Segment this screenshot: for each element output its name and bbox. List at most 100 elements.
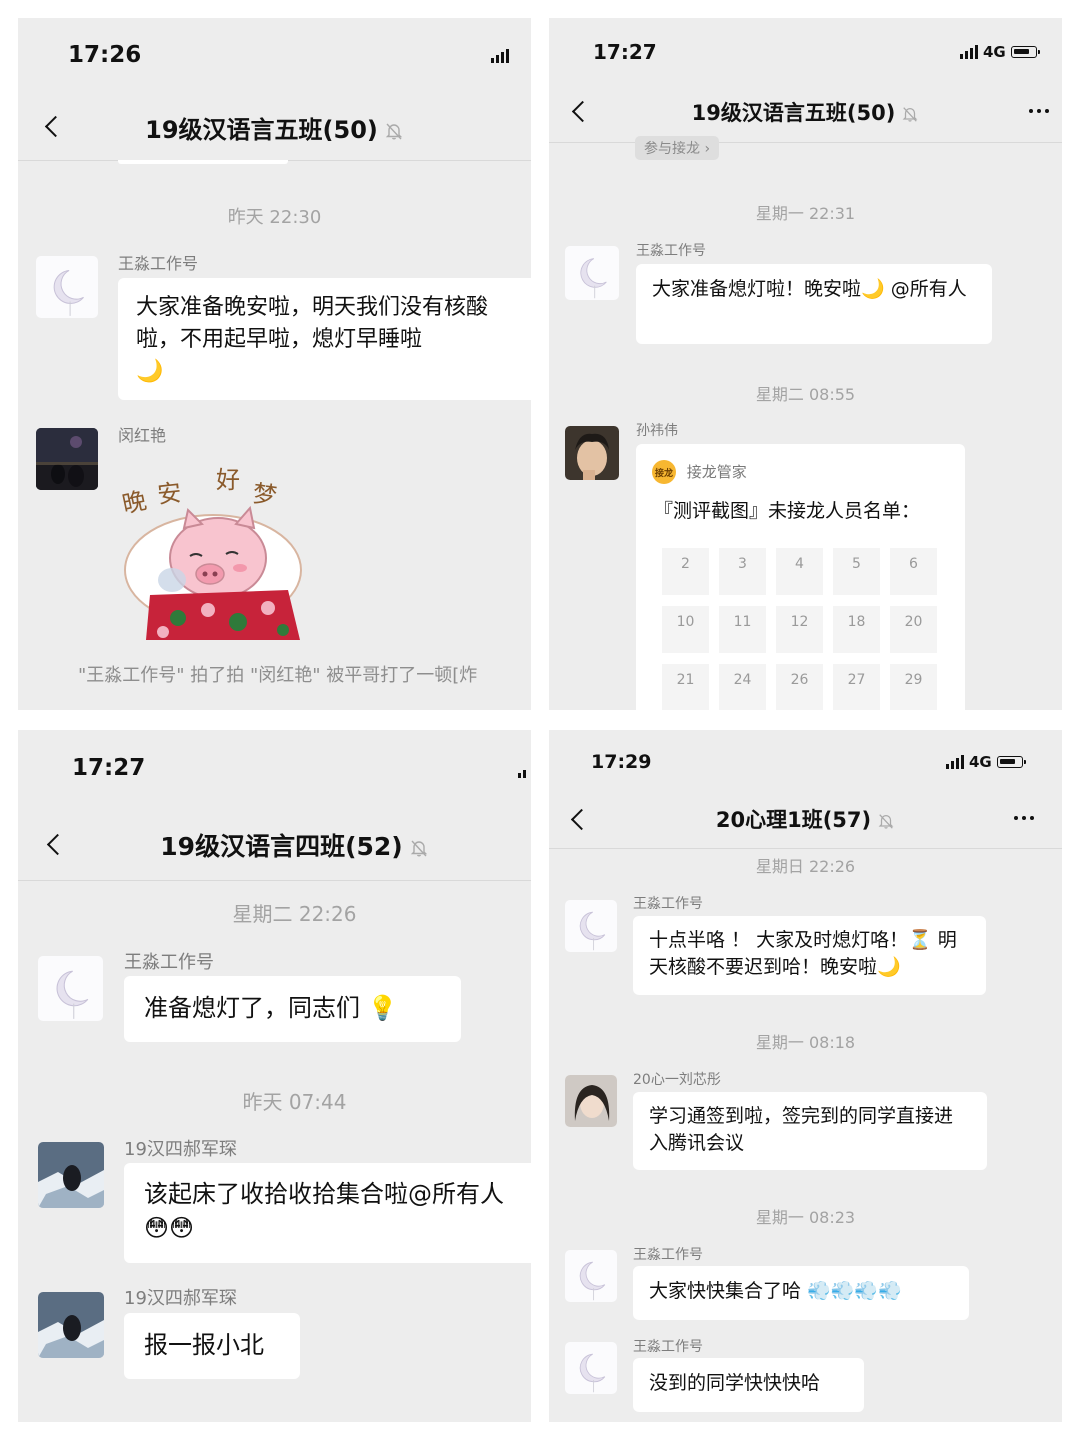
avatar[interactable] — [565, 1075, 617, 1127]
message-text: 报一报小北 — [144, 1331, 264, 1359]
message-text: 准备熄灯了，同志们 💡 — [144, 994, 398, 1022]
more-dots-icon[interactable] — [1014, 816, 1034, 820]
chat-title-text: 19级汉语言四班(52) — [160, 832, 403, 861]
snow-photo-icon — [38, 1142, 104, 1208]
message-bubble[interactable]: 该起床了收拾收拾集合啦@所有人 😳😳 — [124, 1163, 531, 1263]
sender-name: 王淼工作号 — [633, 1247, 703, 1263]
avatar[interactable] — [565, 900, 617, 952]
card-header: 接龙 接龙管家 — [652, 460, 747, 484]
chat-title: 19级汉语言五班(50) — [549, 97, 1062, 127]
navigation-bar: 19级汉语言四班(52) — [18, 808, 531, 881]
avatar[interactable] — [565, 246, 619, 300]
sender-name: 王淼工作号 — [124, 952, 214, 973]
timestamp: 昨天 07:44 — [242, 1090, 347, 1114]
grid-number-cell: 4 — [776, 548, 823, 595]
battery-icon — [996, 756, 1026, 768]
message-bubble[interactable]: 十点半咯 ！ 大家及时熄灯咯！⏳ 明天核酸不要迟到哈！晚安啦🌙 — [633, 916, 986, 995]
signal-bars-icon — [960, 45, 978, 59]
message-text: 十点半咯 ！ 大家及时熄灯咯！⏳ 明天核酸不要迟到哈！晚安啦🌙 — [649, 929, 957, 978]
sender-name: 20心一刘芯彤 — [633, 1072, 721, 1088]
avatar[interactable] — [565, 426, 619, 480]
moon-avatar-icon — [38, 956, 103, 1021]
status-icons: 4G — [946, 753, 1026, 771]
avatar[interactable] — [38, 956, 103, 1021]
status-time: 17:29 — [591, 751, 652, 773]
grid-number-cell: 3 — [719, 548, 766, 595]
chat-title-text: 19级汉语言五班(50) — [691, 101, 896, 125]
chat-title: 19级汉语言五班(50) — [18, 110, 531, 145]
message-bubble[interactable]: 没到的同学快快快哈 — [633, 1358, 864, 1412]
more-dots-icon[interactable] — [1029, 109, 1049, 113]
chat-title-text: 19级汉语言五班(50) — [145, 116, 378, 144]
join-chain-button[interactable]: 参与接龙 › — [635, 136, 720, 160]
message-bubble[interactable]: 大家快快集合了哈 💨💨💨💨 — [633, 1266, 969, 1320]
night-photo-icon — [36, 428, 98, 490]
timestamp: 星期一 22:31 — [755, 204, 856, 223]
chat-title: 20心理1班(57) — [549, 804, 1062, 834]
flushed-emoji: 😳😳 — [144, 1214, 195, 1242]
chat-title: 19级汉语言四班(52) — [18, 827, 531, 863]
moon-avatar-icon — [565, 246, 619, 300]
message-text: 该起床了收拾收拾集合啦@所有人 — [144, 1180, 504, 1208]
sticker-char: 安 — [156, 479, 183, 509]
grid-number-cell: 11 — [719, 606, 766, 653]
pig-sticker[interactable]: 晚 安 好 梦 — [118, 450, 308, 640]
avatar[interactable] — [38, 1142, 104, 1208]
grid-number-cell: 20 — [890, 606, 937, 653]
navigation-bar: 19级汉语言五班(50) — [549, 80, 1062, 143]
card-title: 『测评截图』未接龙人员名单： — [654, 500, 921, 522]
message-text: 大家准备熄灯啦！晚安啦🌙 @所有人 — [652, 278, 967, 300]
sender-name: 王淼工作号 — [633, 896, 703, 912]
message-bubble[interactable]: 学习通签到啦，签完到的同学直接进入腾讯会议 — [633, 1092, 987, 1170]
sticker-char: 梦 — [251, 479, 279, 510]
grid-number-cell: 26 — [776, 664, 823, 710]
sticker-char: 好 — [216, 466, 240, 494]
signal-bars-icon — [491, 49, 509, 63]
sender-name: 王淼工作号 — [118, 254, 199, 273]
sender-name: 王淼工作号 — [636, 243, 706, 259]
sender-name: 19汉四郝军琛 — [124, 1288, 237, 1309]
network-label: 4G — [983, 43, 1006, 61]
card-source: 接龙管家 — [686, 462, 747, 481]
status-time: 17:27 — [593, 40, 657, 64]
avatar[interactable] — [36, 256, 98, 318]
profile-photo-icon — [565, 426, 619, 480]
avatar[interactable] — [565, 1342, 617, 1394]
grid-number-cell: 2 — [662, 548, 709, 595]
moon-avatar-icon — [565, 1342, 617, 1394]
chat-screen-2: 17:27 4G 19级汉语言五班(50) 参与接龙 › 星期一 22:31 王… — [549, 18, 1062, 710]
avatar[interactable] — [565, 1250, 617, 1302]
navigation-bar: 20心理1班(57) — [549, 788, 1062, 849]
timestamp: 昨天 22:30 — [227, 207, 322, 228]
grid-number-cell: 18 — [833, 606, 880, 653]
message-bubble[interactable]: 大家准备熄灯啦！晚安啦🌙 @所有人 — [636, 264, 992, 344]
sticker-char: 晚 — [120, 486, 149, 518]
moon-avatar-icon — [565, 1250, 617, 1302]
avatar[interactable] — [36, 428, 98, 490]
moon-avatar-icon — [565, 900, 617, 952]
mute-bell-icon — [901, 105, 919, 123]
grid-number-cell: 5 — [833, 548, 880, 595]
message-bubble[interactable]: 大家准备晚安啦，明天我们没有核酸啦，不用起早啦，熄灯早睡啦 🌙 — [118, 278, 531, 400]
timestamp: 星期一 08:23 — [755, 1208, 856, 1227]
mute-bell-icon — [384, 121, 404, 141]
grid-number-cell: 6 — [890, 548, 937, 595]
timestamp: 星期一 08:18 — [755, 1033, 856, 1052]
moon-emoji: 🌙 — [136, 359, 164, 384]
message-text: 大家准备晚安啦，明天我们没有核酸啦，不用起早啦，熄灯早睡啦 — [136, 295, 489, 352]
sender-name: 王淼工作号 — [633, 1339, 703, 1355]
chain-card[interactable]: 接龙 接龙管家 『测评截图』未接龙人员名单： 2 3 4 5 6 10 11 12 18 20 21… — [636, 444, 965, 710]
moon-avatar-icon — [36, 256, 98, 318]
chat-title-text: 20心理1班(57) — [715, 808, 872, 832]
grid-number-cell: 12 — [776, 606, 823, 653]
message-bubble[interactable]: 报一报小北 — [124, 1313, 300, 1379]
profile-photo-icon — [565, 1075, 617, 1127]
signal-bars-icon — [518, 764, 526, 778]
chat-screen-3: 17:27 19级汉语言四班(52) 星期二 22:26 王淼工作号 准备熄灯了… — [18, 730, 531, 1422]
chat-screen-1: 17:26 19级汉语言五班(50) 昨天 22:30 王淼工作号 大家准备晚安… — [18, 18, 531, 710]
avatar[interactable] — [38, 1292, 104, 1358]
message-bubble[interactable]: 准备熄灯了，同志们 💡 — [124, 976, 461, 1042]
sender-name: 19汉四郝军琛 — [124, 1139, 237, 1160]
chat-screen-4: 17:29 4G 20心理1班(57) 星期日 22:26 王淼工作号 十点半咯… — [549, 730, 1062, 1422]
snow-photo-icon — [38, 1292, 104, 1358]
